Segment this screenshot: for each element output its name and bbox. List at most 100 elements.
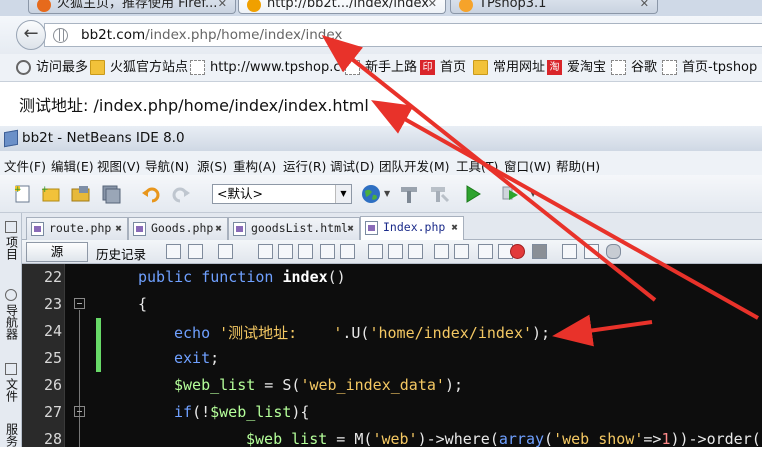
menu-edit[interactable]: 编辑(E) — [51, 156, 94, 175]
menu-help[interactable]: 帮助(H) — [556, 156, 600, 175]
side-tab-projects[interactable]: 项目 — [3, 221, 19, 263]
find-next-icon[interactable] — [298, 244, 313, 259]
code-text: )->where( — [417, 430, 499, 447]
menu-file[interactable]: 文件(F) — [4, 156, 46, 175]
file-tab-label: Goods.php — [151, 221, 214, 235]
php-file-icon — [31, 222, 44, 236]
configuration-select[interactable]: <默认> ▼ — [212, 184, 352, 204]
clean-build-icon[interactable] — [428, 183, 450, 205]
files-icon — [5, 363, 17, 375]
last-edit-icon[interactable] — [166, 244, 181, 259]
database-icon[interactable] — [606, 244, 621, 259]
file-tab-route[interactable]: route.php ✖ — [26, 217, 128, 240]
close-icon[interactable]: ✖ — [215, 218, 222, 239]
code-string: 'web_index_data' — [300, 376, 445, 394]
new-file-icon[interactable]: + — [12, 183, 34, 205]
record-macro-icon[interactable] — [510, 244, 525, 259]
bookmark-common-sites[interactable]: 常用网址 — [473, 60, 545, 76]
stop-macro-icon[interactable] — [532, 244, 547, 259]
bookmark-aitaobao[interactable]: 淘爱淘宝 — [547, 60, 606, 76]
undo-icon[interactable] — [140, 183, 162, 205]
open-project-icon[interactable] — [70, 183, 92, 205]
toggle-rect-select-icon[interactable] — [340, 244, 355, 259]
browser-tab-strip: 火狐主页，推荐使用 Firef... ✕ http://bb2t.../inde… — [0, 0, 762, 16]
code-line-25: exit; — [174, 349, 219, 367]
chevron-down-icon[interactable]: ▼ — [530, 189, 536, 198]
save-all-icon[interactable] — [100, 183, 122, 205]
back-button[interactable]: ← — [16, 20, 46, 50]
close-icon[interactable]: ✕ — [218, 0, 227, 13]
file-tab-goods[interactable]: Goods.php ✖ — [128, 217, 228, 240]
side-tab-services[interactable]: 服务 — [3, 423, 19, 450]
bookmark-home[interactable]: 印首页 — [420, 60, 466, 76]
bookmark-tpshop-home[interactable]: 首页-tpshop — [662, 60, 757, 76]
menu-navigate[interactable]: 导航(N) — [145, 156, 189, 175]
shift-left-icon[interactable] — [434, 244, 449, 259]
code-text: => — [643, 430, 662, 447]
code-text: ); — [532, 324, 551, 342]
close-icon[interactable]: ✖ — [115, 218, 122, 239]
menu-window[interactable]: 窗口(W) — [504, 156, 551, 175]
side-tab-files[interactable]: 文件 — [3, 363, 19, 405]
redo-icon[interactable] — [170, 183, 192, 205]
folder-icon — [90, 60, 105, 75]
file-tab-goodslist[interactable]: goodsList.html ✖ — [228, 217, 360, 240]
run-icon[interactable] — [462, 183, 484, 205]
find-selection-icon[interactable] — [258, 244, 273, 259]
web-page-content: 测试地址: /index.php/home/index/index.html — [0, 82, 762, 126]
file-tab-index[interactable]: Index.php ✖ — [360, 216, 464, 241]
menu-refactor[interactable]: 重构(A) — [233, 156, 276, 175]
build-hammer-icon[interactable] — [398, 183, 420, 205]
close-icon[interactable]: ✖ — [451, 217, 458, 238]
close-icon[interactable]: ✖ — [347, 218, 354, 239]
fold-toggle-icon[interactable] — [74, 298, 85, 309]
page-test-address: 测试地址: /index.php/home/index/index.html — [19, 96, 369, 115]
tab-label: http://bb2t.../index/index — [267, 0, 429, 11]
code-editor[interactable]: 22 23 24 25 26 27 28 public function ind… — [22, 264, 762, 447]
debug-icon[interactable] — [500, 183, 522, 205]
code-text: ); — [444, 376, 463, 394]
next-bookmark-icon[interactable] — [388, 244, 403, 259]
browser-tab-tpshop[interactable]: TPshop3.1 ✕ — [450, 0, 658, 14]
chevron-down-icon[interactable]: ▼ — [384, 189, 390, 198]
history-view-button[interactable]: 历史记录 — [96, 244, 146, 263]
code-string: 'web_show' — [553, 430, 644, 447]
forward-icon[interactable] — [218, 244, 233, 259]
bookmark-most-visited[interactable]: 访问最多 — [16, 60, 88, 76]
url-text[interactable]: bb2t.com/index.php/home/index/index — [81, 27, 342, 43]
url-bar[interactable]: bb2t.com/index.php/home/index/index — [44, 23, 762, 47]
back-icon[interactable] — [188, 244, 203, 259]
browser-globe-icon[interactable] — [360, 183, 382, 205]
menu-tools[interactable]: 工具(T) — [456, 156, 498, 175]
find-previous-icon[interactable] — [278, 244, 293, 259]
code-keyword: public function — [138, 268, 274, 286]
diff-icon[interactable] — [584, 244, 599, 259]
php-file-icon — [133, 222, 146, 236]
bookmark-getting-started[interactable]: 新手上路 — [345, 60, 417, 76]
toggle-bookmark-icon[interactable] — [408, 244, 423, 259]
line-number: 27 — [43, 403, 62, 421]
close-icon[interactable]: ✕ — [428, 0, 437, 13]
comment-icon[interactable] — [478, 244, 493, 259]
bookmark-firefox-site[interactable]: 火狐官方站点 — [90, 60, 188, 76]
menu-source[interactable]: 源(S) — [197, 156, 227, 175]
source-view-button[interactable]: 源 — [26, 242, 88, 262]
bookmark-tpshop-url[interactable]: http://www.tpshop.c... — [190, 60, 353, 76]
chart-icon[interactable] — [562, 244, 577, 259]
browser-tab-bb2t[interactable]: http://bb2t.../index/index ✕ — [238, 0, 446, 14]
bookmark-label: 谷歌 — [631, 60, 658, 75]
close-icon[interactable]: ✕ — [640, 0, 649, 13]
side-tab-navigator[interactable]: 导航器 — [3, 289, 19, 343]
previous-bookmark-icon[interactable] — [368, 244, 383, 259]
menu-team[interactable]: 团队开发(M) — [379, 156, 450, 175]
shift-right-icon[interactable] — [454, 244, 469, 259]
new-project-icon[interactable]: + — [40, 183, 62, 205]
bookmark-google[interactable]: 谷歌 — [611, 60, 657, 76]
toggle-highlight-icon[interactable] — [320, 244, 335, 259]
menu-debug[interactable]: 调试(D) — [330, 156, 374, 175]
browser-tab-firefox-home[interactable]: 火狐主页，推荐使用 Firef... ✕ — [28, 0, 236, 14]
menu-view[interactable]: 视图(V) — [97, 156, 140, 175]
red-logo-icon: 印 — [420, 60, 435, 75]
fold-toggle-icon[interactable] — [74, 406, 85, 417]
menu-run[interactable]: 运行(R) — [283, 156, 326, 175]
